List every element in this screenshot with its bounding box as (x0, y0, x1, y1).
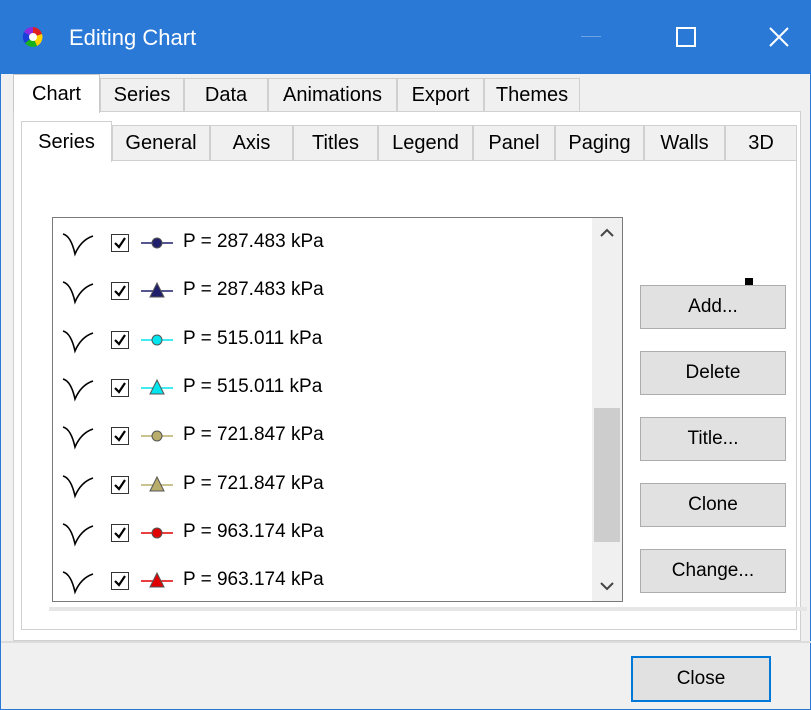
series-list-item[interactable]: P = 721.847 kPa (53, 462, 573, 508)
series-curve-icon (62, 474, 94, 499)
series-label: P = 287.483 kPa (183, 279, 324, 301)
scroll-up-button[interactable] (592, 218, 622, 248)
title-series-button[interactable]: Title... (640, 417, 786, 461)
series-curve-icon (62, 571, 94, 595)
series-curve-icon (62, 281, 94, 305)
series-subtab-page: P = 287.483 kPa P = 287.483 kPa P = 515.01… (21, 160, 807, 630)
checkmark-icon (114, 285, 126, 298)
subtab-paging[interactable]: Paging (555, 125, 644, 161)
circle-marker-icon (141, 527, 173, 539)
add-series-button[interactable]: Add... (640, 285, 786, 329)
close-icon (769, 27, 789, 47)
series-curve-icon (62, 523, 94, 547)
series-visible-checkbox[interactable] (111, 378, 129, 397)
checkmark-icon (114, 478, 126, 491)
subtab-general[interactable]: General (112, 125, 210, 161)
checkmark-icon (114, 382, 126, 394)
tab-data[interactable]: Data (184, 78, 268, 112)
subtab-walls[interactable]: Walls (644, 125, 725, 161)
delete-series-button[interactable]: Delete (640, 351, 786, 395)
subtab-legend[interactable]: Legend (378, 125, 473, 161)
maximize-button[interactable] (656, 0, 716, 74)
footer-divider (1, 641, 811, 643)
series-listbox[interactable]: P = 287.483 kPa P = 287.483 kPa P = 515.01… (52, 217, 623, 602)
series-list-item[interactable]: P = 721.847 kPa (53, 413, 573, 459)
series-visible-checkbox[interactable] (111, 523, 129, 542)
subtab-3d[interactable]: 3D (725, 125, 797, 161)
checkmark-icon (114, 333, 126, 346)
app-color-wheel-icon (22, 26, 43, 47)
triangle-marker-icon (141, 378, 173, 395)
series-label: P = 963.174 kPa (183, 520, 324, 542)
triangle-marker-icon (141, 571, 173, 588)
triangle-marker-icon (141, 282, 173, 298)
checkmark-icon (114, 430, 126, 442)
chart-tab-page: Series General Axis Titles Legend Panel … (13, 111, 807, 641)
minimize-icon (581, 36, 601, 37)
chevron-up-icon (600, 228, 614, 237)
series-list-item[interactable]: P = 963.174 kPa (53, 510, 573, 556)
subtab-series[interactable]: Series (21, 121, 112, 162)
checkmark-icon (114, 237, 126, 249)
circle-marker-icon (141, 334, 173, 346)
series-label: P = 721.847 kPa (183, 472, 324, 494)
tab-series[interactable]: Series (100, 78, 184, 112)
window-close-button[interactable] (749, 0, 809, 74)
window-title: Editing Chart (69, 25, 197, 50)
series-curve-icon (62, 329, 94, 354)
title-bar[interactable]: Editing Chart (1, 0, 811, 74)
series-visible-checkbox[interactable] (111, 475, 129, 494)
scroll-down-button[interactable] (592, 571, 622, 601)
tab-export[interactable]: Export (397, 78, 484, 112)
vertical-scrollbar[interactable] (592, 218, 622, 601)
series-list-item[interactable]: P = 515.011 kPa (53, 365, 573, 411)
checkmark-icon (114, 527, 126, 539)
series-visible-checkbox[interactable] (111, 572, 129, 591)
close-button[interactable]: Close (631, 656, 771, 702)
series-visible-checkbox[interactable] (111, 427, 129, 446)
triangle-marker-icon (141, 475, 173, 491)
clone-series-button[interactable]: Clone (640, 483, 786, 527)
subtab-panel[interactable]: Panel (473, 125, 555, 161)
series-label: P = 515.011 kPa (183, 375, 323, 397)
minimize-button[interactable] (561, 0, 621, 74)
chevron-down-icon (600, 582, 614, 591)
series-label: P = 515.011 kPa (183, 327, 323, 349)
divider (49, 607, 807, 611)
checkmark-icon (114, 575, 126, 587)
subtab-titles[interactable]: Titles (293, 125, 378, 161)
series-curve-icon (62, 426, 94, 450)
series-list-item[interactable]: P = 287.483 kPa (53, 220, 573, 266)
series-visible-checkbox[interactable] (111, 234, 129, 252)
tab-chart[interactable]: Chart (13, 74, 100, 113)
main-tab-strip: Chart Series Data Animations Export Them… (13, 74, 801, 113)
maximize-icon (676, 27, 696, 47)
editing-chart-window: Editing Chart Chart Series Data Animatio… (0, 0, 811, 710)
series-visible-checkbox[interactable] (111, 282, 129, 301)
scrollbar-thumb[interactable] (594, 408, 620, 542)
circle-marker-icon (141, 430, 173, 442)
series-list-item[interactable]: P = 515.011 kPa (53, 317, 573, 363)
change-series-button[interactable]: Change... (640, 549, 786, 593)
series-list-item[interactable]: P = 287.483 kPa (53, 268, 573, 314)
series-curve-icon (62, 233, 94, 257)
series-visible-checkbox[interactable] (111, 330, 129, 349)
series-label: P = 721.847 kPa (183, 424, 324, 446)
series-list-item[interactable]: P = 963.174 kPa (53, 558, 573, 601)
subtab-axis[interactable]: Axis (210, 125, 293, 161)
circle-marker-icon (141, 237, 173, 249)
tab-themes[interactable]: Themes (484, 78, 580, 112)
series-label: P = 963.174 kPa (183, 569, 324, 591)
series-label: P = 287.483 kPa (183, 231, 324, 252)
sub-tab-strip: Series General Axis Titles Legend Panel … (21, 121, 797, 162)
tab-animations[interactable]: Animations (268, 78, 397, 112)
series-curve-icon (62, 378, 94, 402)
